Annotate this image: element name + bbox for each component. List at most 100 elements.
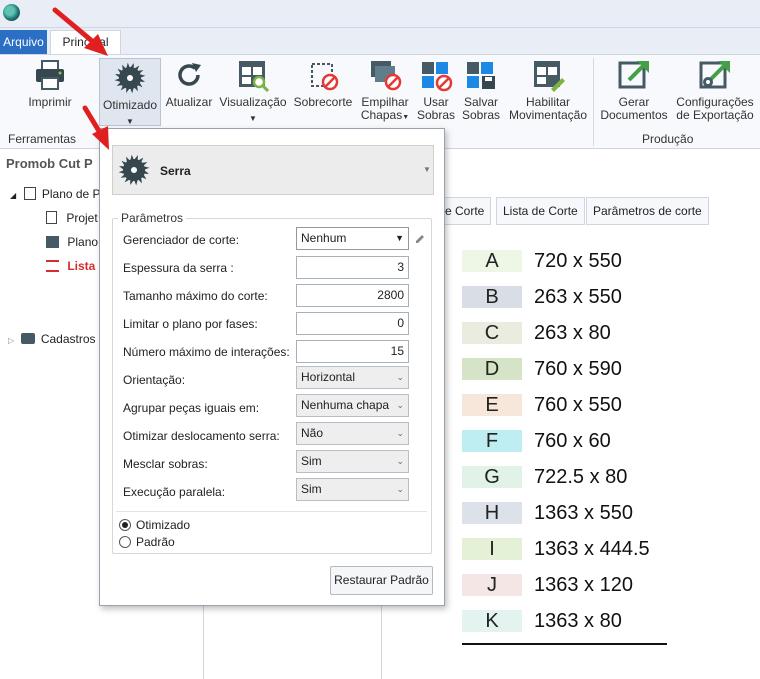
- tab-lista-corte[interactable]: Lista de Corte: [496, 197, 585, 225]
- radio-dot: [119, 519, 131, 531]
- param-label-interacoes: Número máximo de interações:: [123, 345, 290, 359]
- tab-principal[interactable]: Principal: [50, 30, 121, 54]
- config-label-line2: de Exportação: [676, 108, 754, 122]
- document-icon: [23, 187, 36, 200]
- legend-row: A 720 x 550: [462, 248, 667, 276]
- espessura-input[interactable]: 3: [296, 256, 409, 279]
- chevron-down-icon: ⌄: [396, 456, 404, 466]
- use-scraps-icon: [422, 62, 453, 92]
- tab-parametros-corte[interactable]: Parâmetros de corte: [586, 197, 709, 225]
- gerenciador-select[interactable]: Nenhum ▼: [296, 227, 409, 250]
- tree-item-cadastros[interactable]: ▷ Cadastros: [8, 332, 96, 346]
- numero-interacoes-input[interactable]: 15: [296, 340, 409, 363]
- habilitar-label-line1: Habilitar: [525, 95, 570, 109]
- legend-row: K 1363 x 80: [462, 608, 667, 636]
- legend-dimensions: 760 x 590: [534, 358, 622, 380]
- restaurar-padrao-button[interactable]: Restaurar Padrão: [330, 566, 433, 595]
- tree-item-projeto[interactable]: Projet: [46, 211, 98, 225]
- limitar-fases-input[interactable]: 0: [296, 312, 409, 335]
- configuracoes-exportacao-button[interactable]: Configurações de Exportação: [674, 58, 756, 122]
- legend-row: C 263 x 80: [462, 320, 667, 348]
- document-icon: [46, 211, 57, 224]
- pencil-icon[interactable]: [414, 233, 426, 245]
- saw-tooth: [130, 179, 134, 186]
- usar-sobras-button[interactable]: Usar Sobras: [416, 58, 456, 122]
- select-value: Sim: [301, 454, 322, 468]
- atualizar-button[interactable]: Atualizar: [164, 58, 214, 109]
- saw-tooth: [139, 74, 146, 78]
- overcut-icon: [311, 63, 339, 91]
- atualizar-label: Atualizar: [165, 95, 213, 109]
- chevron-down-icon: ⌄: [396, 372, 404, 382]
- tree-item-lista-corte[interactable]: Lista c: [46, 259, 105, 273]
- radio-label: Padrão: [136, 535, 175, 549]
- sobrecorte-button[interactable]: Sobrecorte: [292, 58, 354, 109]
- group-label-producao: Produção: [642, 132, 694, 146]
- serra-label: Serra: [160, 164, 191, 178]
- saw-tooth: [126, 87, 130, 94]
- legend-letter: F: [462, 430, 522, 452]
- chevron-down-icon: ⌄: [396, 400, 404, 410]
- legend-dimensions: 760 x 550: [534, 394, 622, 416]
- habilitar-movimentacao-button[interactable]: Habilitar Movimentação: [506, 58, 590, 122]
- caret-icon: ▷: [8, 336, 15, 345]
- otimizado-button[interactable]: Otimizado ▼: [99, 58, 161, 126]
- legend-dimensions: 722.5 x 80: [534, 466, 628, 488]
- saw-tooth: [130, 87, 134, 94]
- legend-row: E 760 x 550: [462, 392, 667, 420]
- saw-tooth: [130, 154, 134, 161]
- saw-tooth: [134, 154, 138, 161]
- saw-tooth: [143, 166, 150, 170]
- gerar-documentos-button[interactable]: Gerar Documentos: [598, 58, 670, 122]
- legend-dimensions: 1363 x 550: [534, 502, 633, 524]
- saw-blade-icon: [114, 62, 146, 94]
- saw-tooth: [118, 166, 125, 170]
- tree-item-label: Plano de P: [41, 187, 101, 201]
- app-logo-icon[interactable]: [3, 4, 20, 21]
- legend-dimensions: 720 x 550: [534, 250, 622, 272]
- select-value: Não: [301, 426, 324, 440]
- mesclar-sobras-select[interactable]: Sim ⌄: [296, 450, 409, 473]
- tab-plano-corte[interactable]: e Corte: [438, 197, 492, 225]
- legend-row: F 760 x 60: [462, 428, 667, 456]
- legend-letter: A: [462, 250, 522, 272]
- visualizacao-button[interactable]: Visualização ▼: [219, 58, 287, 125]
- radio-otimizado[interactable]: Otimizado: [119, 518, 190, 532]
- legend-letter: J: [462, 574, 522, 596]
- legend-dimensions: 263 x 550: [534, 286, 622, 308]
- tab-arquivo[interactable]: Arquivo: [0, 30, 47, 54]
- tamanho-maximo-input[interactable]: 2800: [296, 284, 409, 307]
- param-label-orientacao: Orientação:: [123, 373, 186, 387]
- otimizado-label: Otimizado: [102, 98, 158, 112]
- legend-row: I 1363 x 444.5: [462, 536, 667, 564]
- select-value: Sim: [301, 482, 322, 496]
- agrupar-select[interactable]: Nenhuma chapa ⌄: [296, 394, 409, 417]
- empilhar-chapas-button[interactable]: Empilhar Chapas▼: [358, 58, 412, 124]
- legend-letter: H: [462, 502, 522, 524]
- tree-item-plano[interactable]: ◢ Plano de P: [10, 187, 101, 201]
- saw-tooth: [143, 170, 150, 174]
- select-value: Horizontal: [301, 370, 356, 384]
- caret-icon: ▼: [126, 117, 134, 126]
- legend-letter: I: [462, 538, 522, 560]
- empilhar-label-line1: Empilhar: [361, 95, 409, 109]
- export-settings-icon: [699, 61, 730, 89]
- legend-letter: K: [462, 610, 522, 632]
- refresh-icon: [178, 63, 201, 86]
- deslocamento-select[interactable]: Não ⌄: [296, 422, 409, 445]
- salvar-label-line1: Salvar: [463, 95, 498, 109]
- legend-row: H 1363 x 550: [462, 500, 667, 528]
- title-bar: [0, 0, 760, 28]
- habilitar-label-line2: Movimentação: [508, 108, 588, 122]
- execucao-paralela-select[interactable]: Sim ⌄: [296, 478, 409, 501]
- param-label-mesclar: Mesclar sobras:: [123, 457, 208, 471]
- folder-icon: [20, 333, 35, 344]
- saw-tooth: [139, 78, 146, 82]
- imprimir-button[interactable]: Imprimir: [22, 58, 78, 109]
- orientacao-select[interactable]: Horizontal ⌄: [296, 366, 409, 389]
- gerar-label-line2: Documentos: [600, 108, 668, 122]
- radio-padrao[interactable]: Padrão: [119, 535, 175, 549]
- salvar-sobras-button[interactable]: Salvar Sobras: [461, 58, 501, 122]
- sobrecorte-label: Sobrecorte: [293, 95, 353, 109]
- radio-dot: [119, 536, 131, 548]
